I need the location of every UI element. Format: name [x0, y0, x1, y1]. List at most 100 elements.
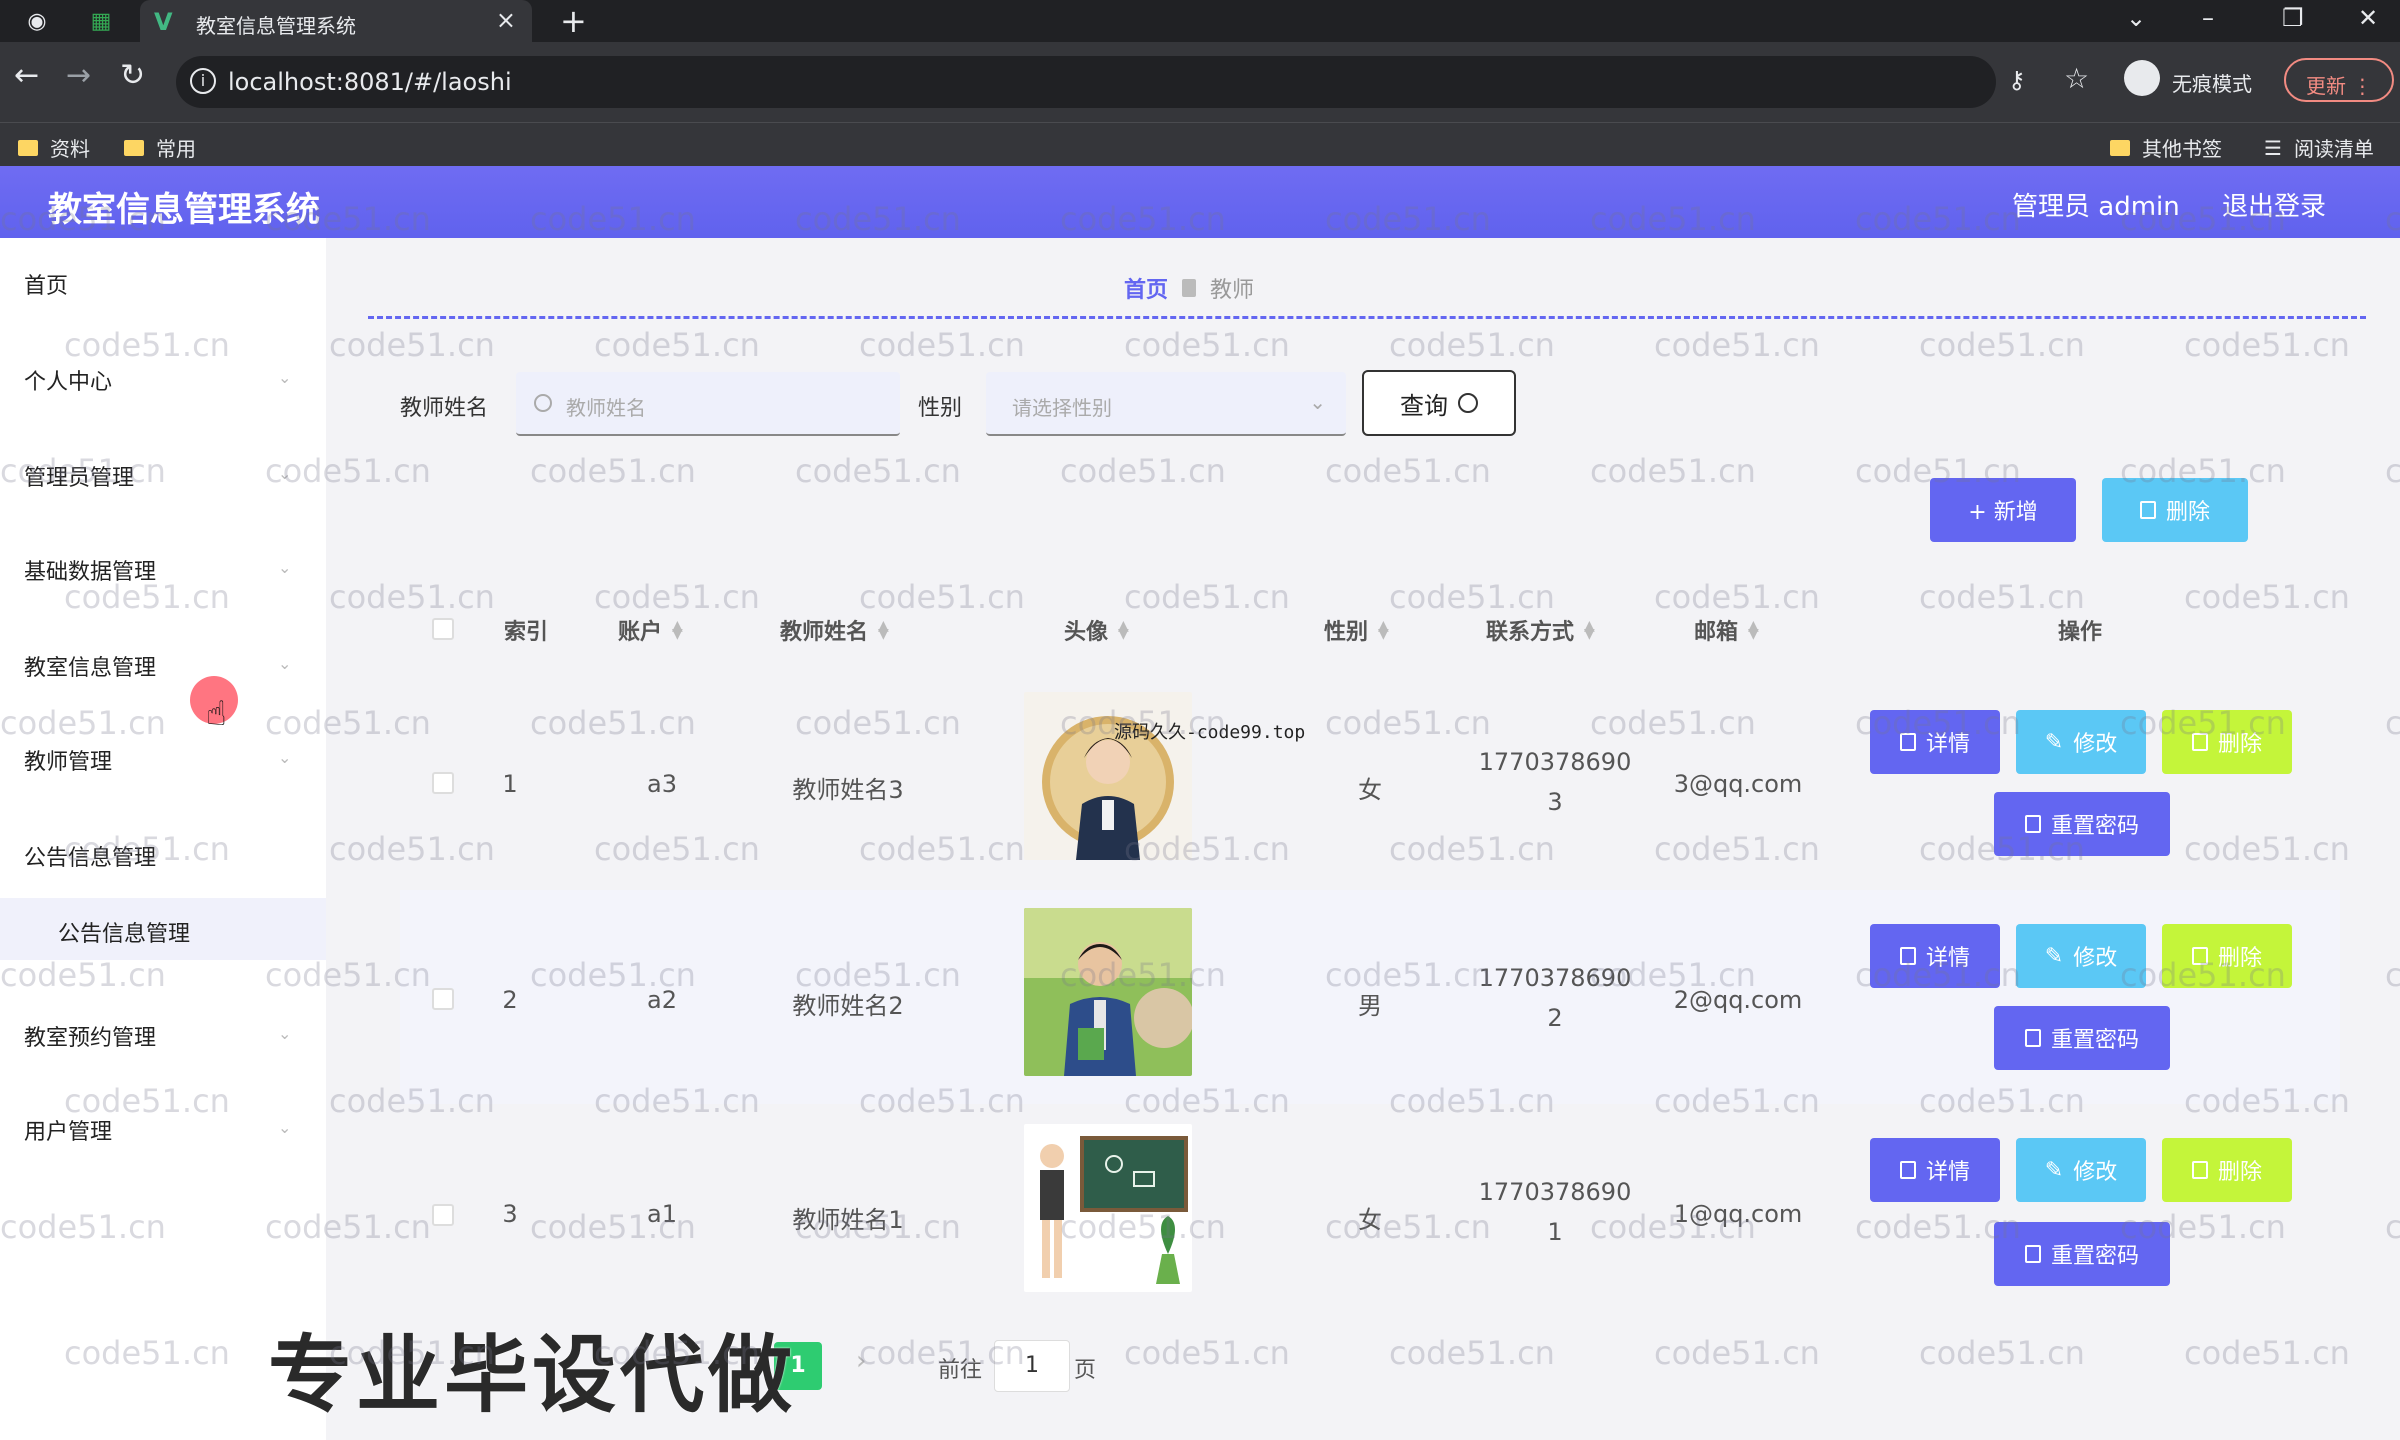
info-icon[interactable]: i — [190, 68, 216, 94]
cell-phone-line2: 3 — [1547, 788, 1563, 816]
sort-icon[interactable]: ▲ ▼ — [1378, 619, 1389, 641]
watermark-text: code51.cn — [329, 326, 495, 364]
cell-email: 3@qq.com — [1673, 770, 1803, 798]
url-text: localhost:8081/#/laoshi — [228, 68, 512, 96]
key-icon[interactable]: ⚷ — [2008, 66, 2026, 94]
edit-button[interactable]: ✎ 修改 — [2016, 924, 2146, 988]
detail-button[interactable]: 详情 — [1870, 924, 2000, 988]
pencil-icon: ✎ — [2044, 729, 2064, 755]
incognito-icon[interactable] — [2124, 60, 2160, 96]
chevron-down-icon: ⌄ — [278, 558, 292, 577]
btn-label: 删除 — [2217, 732, 2262, 757]
update-button[interactable]: 更新 ⋮ — [2284, 58, 2394, 102]
chevron-down-icon: ⌄ — [278, 1118, 292, 1137]
cell-email: 2@qq.com — [1673, 986, 1803, 1014]
reading-list[interactable]: ☰ 阅读清单 — [2264, 133, 2374, 162]
bookmark-item[interactable]: 资料 — [18, 133, 90, 162]
url-field[interactable]: i localhost:8081/#/laoshi — [176, 56, 1996, 108]
row-checkbox[interactable] — [432, 772, 454, 794]
watermark-text: code51.cn — [1919, 1334, 2085, 1372]
reset-password-button[interactable]: 重置密码 — [1994, 1222, 2170, 1286]
teacher-avatar-image — [1024, 1124, 1192, 1292]
th-account[interactable]: 账户 ▲ ▼ — [618, 614, 683, 646]
breadcrumb-home[interactable]: 首页 — [1124, 272, 1168, 304]
th-avatar[interactable]: 头像 ▲ ▼ — [1064, 614, 1129, 646]
source-watermark: 源码久久-code99.top — [1114, 722, 1306, 743]
th-email[interactable]: 邮箱 ▲ ▼ — [1694, 614, 1759, 646]
app-header: 教室信息管理系统 管理员 admin 退出登录 — [0, 166, 2400, 238]
sidebar-item-teacher[interactable]: 教师管理 — [24, 744, 112, 776]
btn-label: 详情 — [1925, 732, 1970, 757]
sidebar-item-admin[interactable]: 管理员管理 — [24, 460, 134, 492]
reset-password-button[interactable]: 重置密码 — [1994, 1006, 2170, 1070]
trash-icon — [2139, 501, 2156, 519]
select-all-checkbox[interactable] — [432, 618, 454, 640]
forward-icon[interactable]: → — [66, 58, 91, 93]
detail-button[interactable]: 详情 — [1870, 1138, 2000, 1202]
new-tab-icon[interactable]: + — [560, 2, 587, 40]
batch-delete-button[interactable]: 删除 — [2102, 478, 2248, 542]
chevron-down-icon[interactable]: ⌄ — [2126, 4, 2146, 32]
btn-label: 修改 — [2073, 946, 2118, 971]
back-icon[interactable]: ← — [14, 58, 39, 93]
trash-icon — [2191, 1161, 2208, 1179]
delete-button[interactable]: 删除 — [2162, 710, 2292, 774]
sidebar-item-personal-center[interactable]: 个人中心 — [24, 364, 112, 396]
gender-select[interactable]: 请选择性别 ⌄ — [986, 372, 1346, 436]
goto-label: 前往 — [938, 1358, 983, 1383]
hand-icon — [1182, 279, 1197, 297]
close-window-icon[interactable]: ✕ — [2358, 4, 2378, 32]
bookmark-item[interactable]: 其他书签 — [2110, 133, 2222, 162]
sort-icon[interactable]: ▲ ▼ — [1748, 619, 1759, 641]
cell-account: a3 — [647, 770, 677, 798]
reload-icon[interactable]: ↻ — [120, 58, 145, 93]
edit-button[interactable]: ✎ 修改 — [2016, 710, 2146, 774]
sidebar-item-classroom-info[interactable]: 教室信息管理 — [24, 650, 156, 682]
sidebar-item-users[interactable]: 用户管理 — [24, 1114, 112, 1146]
sidebar-item-reservation[interactable]: 教室预约管理 — [24, 1020, 156, 1052]
sidebar-item-notice[interactable]: 公告信息管理 — [24, 840, 156, 872]
watermark-text: code51.cn — [2184, 578, 2350, 616]
delete-button[interactable]: 删除 — [2162, 1138, 2292, 1202]
add-button[interactable]: + 新增 — [1930, 478, 2076, 542]
watermark-text: code51.cn — [1389, 326, 1555, 364]
th-gender[interactable]: 性别 ▲ ▼ — [1324, 614, 1389, 646]
minimize-icon[interactable]: – — [2202, 4, 2214, 32]
delete-button[interactable]: 删除 — [2162, 924, 2292, 988]
row-checkbox[interactable] — [432, 988, 454, 1010]
th-phone[interactable]: 联系方式 ▲ ▼ — [1486, 614, 1595, 646]
chevron-right-icon[interactable]: › — [856, 1346, 866, 1376]
sheet-tab-icon[interactable]: ▦ — [88, 8, 114, 34]
restore-icon[interactable]: ❐ — [2282, 4, 2304, 32]
row-checkbox[interactable] — [432, 1204, 454, 1226]
reset-password-button[interactable]: 重置密码 — [1994, 792, 2170, 856]
logout-link[interactable]: 退出登录 — [2222, 186, 2326, 223]
sort-icon[interactable]: ▲ ▼ — [1118, 619, 1129, 641]
chevron-down-icon: ⌄ — [278, 368, 292, 387]
watermark-text: code51.cn — [2184, 1334, 2350, 1372]
btn-label: 修改 — [2073, 1160, 2118, 1185]
edit-button[interactable]: ✎ 修改 — [2016, 1138, 2146, 1202]
vue-favicon-icon: V — [154, 8, 173, 36]
promo-overlay-text: 专业毕设代做 — [268, 1326, 797, 1424]
address-bar-row: ← → ↻ i localhost:8081/#/laoshi ⚷ ☆ 无痕模式… — [0, 42, 2400, 122]
goto-page-input[interactable]: 1 — [994, 1340, 1070, 1392]
sort-icon[interactable]: ▲ ▼ — [672, 619, 683, 641]
teacher-name-input[interactable]: 教师姓名 — [516, 372, 900, 436]
star-icon[interactable]: ☆ — [2064, 62, 2089, 95]
detail-button[interactable]: 详情 — [1870, 710, 2000, 774]
sidebar-item-home[interactable]: 首页 — [24, 268, 68, 300]
th-teacher-name[interactable]: 教师姓名 ▲ ▼ — [780, 614, 889, 646]
close-icon[interactable]: × — [496, 6, 516, 34]
btn-label: 详情 — [1925, 1160, 1970, 1185]
sidebar-item-base-data[interactable]: 基础数据管理 — [24, 554, 156, 586]
query-button[interactable]: 查询 — [1362, 370, 1516, 436]
sort-icon[interactable]: ▲ ▼ — [878, 619, 889, 641]
reading-list-icon: ☰ — [2264, 135, 2282, 160]
query-label: 查询 — [1400, 391, 1448, 420]
bookmark-item[interactable]: 常用 — [124, 133, 196, 162]
browser-tab-active[interactable]: V 教室信息管理系统 × — [140, 0, 532, 42]
sidebar-subitem-notice[interactable]: 公告信息管理 — [0, 898, 326, 960]
sort-icon[interactable]: ▲ ▼ — [1584, 619, 1595, 641]
document-icon — [1899, 947, 1916, 965]
